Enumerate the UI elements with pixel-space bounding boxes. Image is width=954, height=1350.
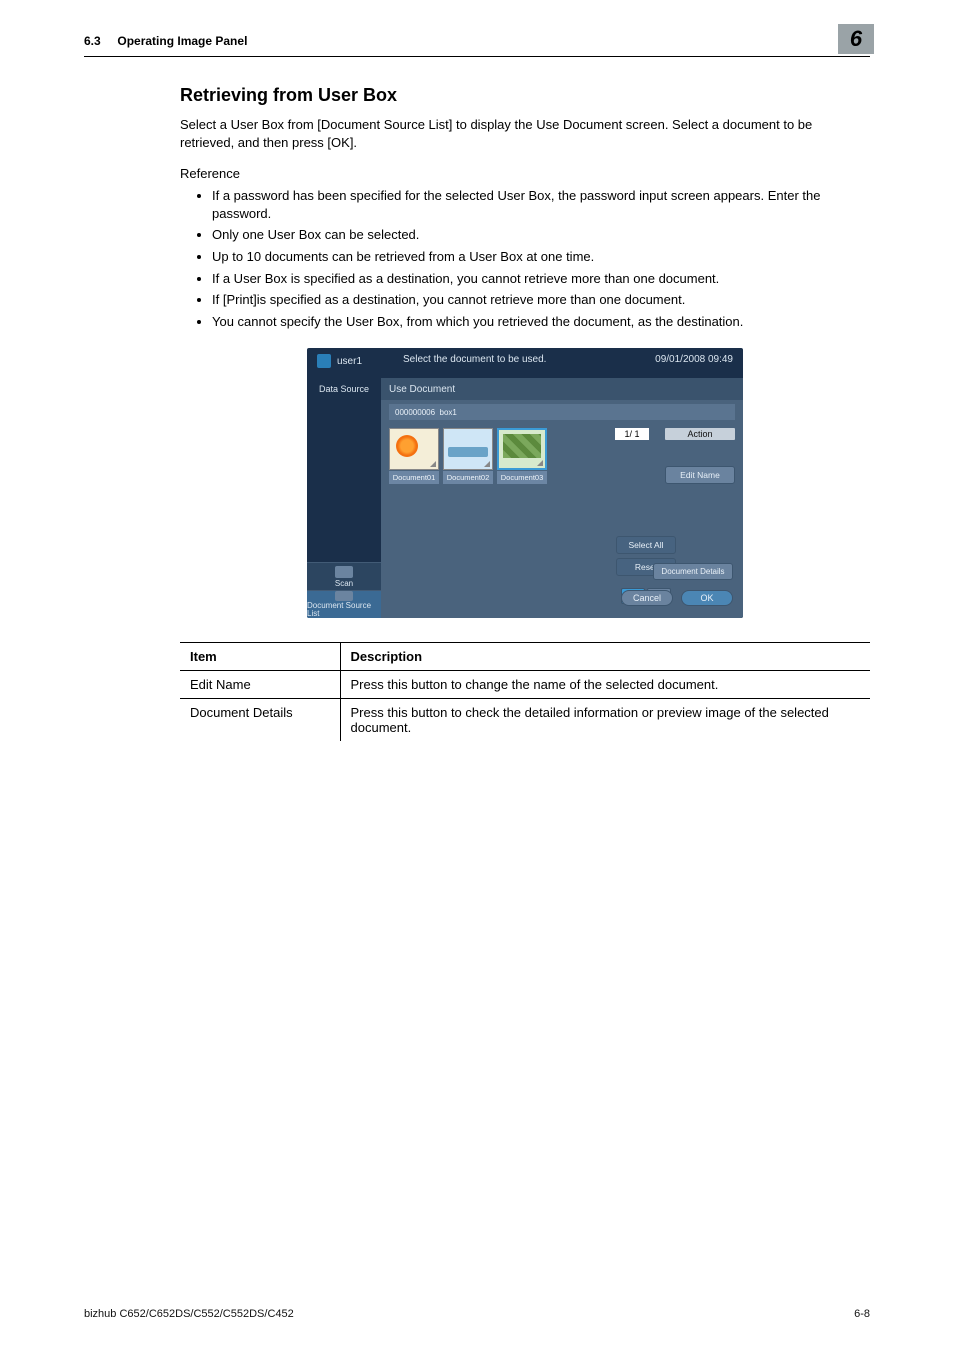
table-header-item: Item <box>180 643 340 671</box>
table-row: Document Details Press this button to ch… <box>180 699 870 742</box>
side-label: Data Source <box>307 378 381 400</box>
pager: 1/ 1 <box>615 428 649 440</box>
footer-page: 6-8 <box>854 1308 870 1320</box>
list-item: If [Print]is specified as a destination,… <box>212 291 870 309</box>
document-source-list-tab[interactable]: Document Source List <box>307 590 381 618</box>
select-all-button[interactable]: Select All <box>616 536 676 554</box>
section-number: 6.3 <box>84 34 101 48</box>
touch-panel: user1 09/01/2008 09:49 Select the docume… <box>307 348 743 618</box>
lead-paragraph: Select a User Box from [Document Source … <box>180 116 870 152</box>
document-thumb[interactable]: Document02 <box>443 428 493 484</box>
panel-title: Use Document <box>381 378 743 400</box>
table-row: Edit Name Press this button to change th… <box>180 671 870 699</box>
chapter-badge: 6 <box>838 24 874 54</box>
panel-message: Select the document to be used. <box>403 354 546 365</box>
document-thumb[interactable]: Document01 <box>389 428 439 484</box>
description-table: Item Description Edit Name Press this bu… <box>180 642 870 741</box>
page-footer: bizhub C652/C652DS/C552/C552DS/C452 6-8 <box>84 1308 870 1320</box>
footer-model: bizhub C652/C652DS/C552/C552DS/C452 <box>84 1308 294 1320</box>
list-item: Only one User Box can be selected. <box>212 226 870 244</box>
ok-button[interactable]: OK <box>681 590 733 606</box>
document-details-button[interactable]: Document Details <box>653 563 733 580</box>
heading: Retrieving from User Box <box>180 85 870 106</box>
list-icon <box>335 591 353 601</box>
page-header: 6.3 Operating Image Panel 6 <box>84 34 870 57</box>
section-title: Operating Image Panel <box>117 34 247 48</box>
box-info: 000000006 box1 <box>389 404 735 420</box>
table-header-desc: Description <box>340 643 870 671</box>
action-header: Action <box>665 428 735 440</box>
user-icon <box>317 354 331 368</box>
document-thumb-selected[interactable]: Document03 <box>497 428 547 484</box>
panel-datetime: 09/01/2008 09:49 <box>655 354 733 368</box>
scan-tab[interactable]: Scan <box>307 562 381 590</box>
edit-name-button[interactable]: Edit Name <box>665 466 735 484</box>
list-item: If a password has been specified for the… <box>212 187 870 222</box>
list-item: If a User Box is specified as a destinat… <box>212 270 870 288</box>
reference-list: If a password has been specified for the… <box>180 187 870 330</box>
cancel-button[interactable]: Cancel <box>621 590 673 606</box>
reference-label: Reference <box>180 166 870 181</box>
list-item: Up to 10 documents can be retrieved from… <box>212 248 870 266</box>
current-user: user1 <box>317 354 362 368</box>
list-item: You cannot specify the User Box, from wh… <box>212 313 870 331</box>
scan-icon <box>335 566 353 578</box>
